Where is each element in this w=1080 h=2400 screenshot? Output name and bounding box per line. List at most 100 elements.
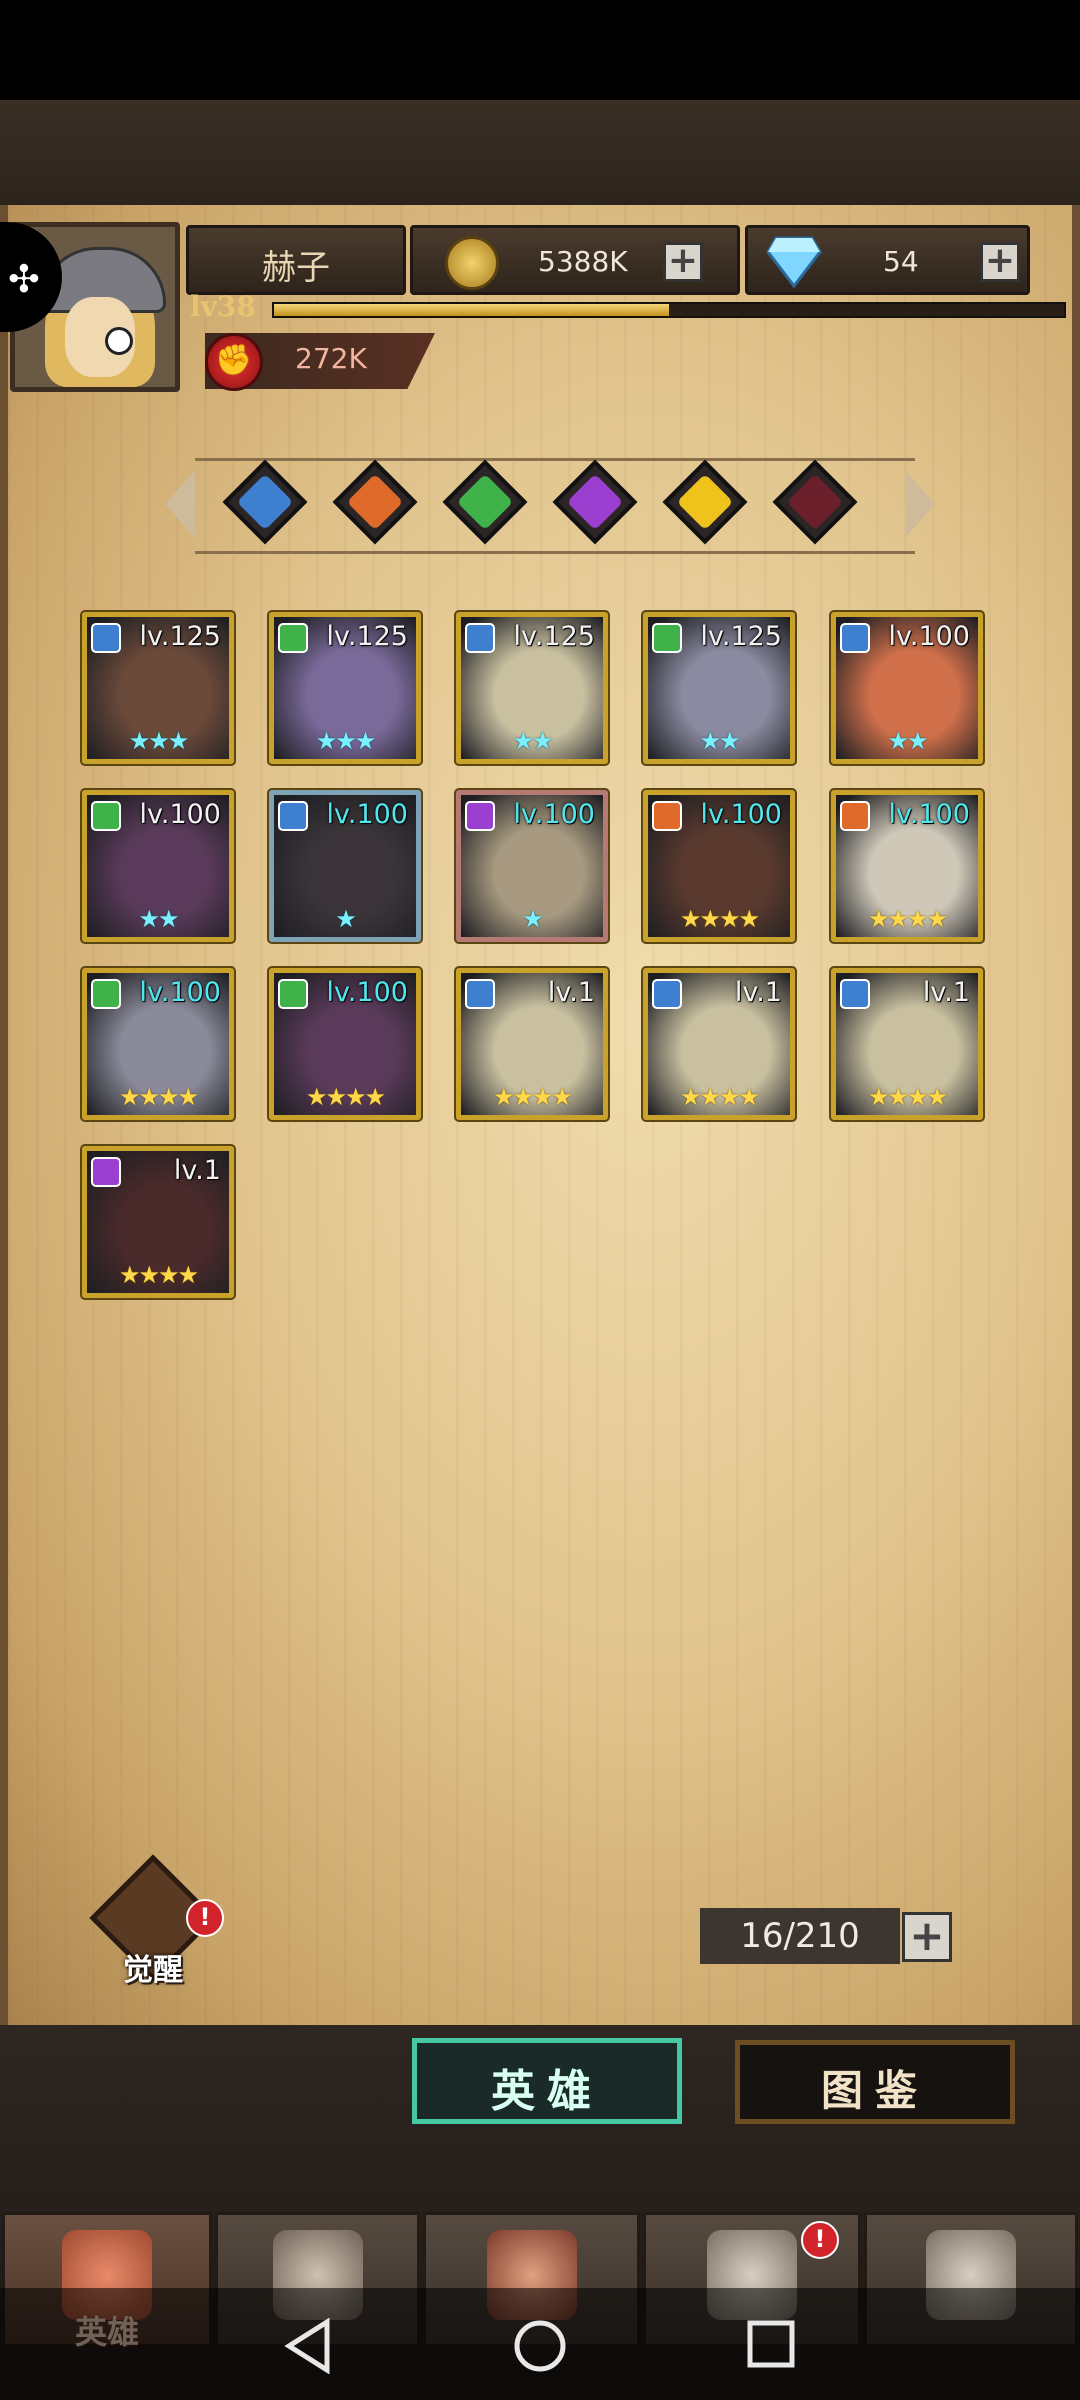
hero-card[interactable]: lv.100 ★ bbox=[456, 790, 608, 942]
class-filter-yellow[interactable] bbox=[662, 459, 748, 545]
hero-card[interactable]: lv.100 ★★ bbox=[831, 612, 983, 764]
add-gem-button[interactable]: + bbox=[980, 242, 1020, 282]
awaken-button[interactable]: ! 觉醒 bbox=[88, 1854, 224, 1988]
player-name: 赫子 bbox=[262, 248, 330, 288]
hero-level: lv.125 bbox=[139, 621, 221, 652]
hero-stars: ★ bbox=[522, 905, 544, 933]
awaken-label: 觉醒 bbox=[123, 1953, 183, 1988]
hero-stars: ★ bbox=[335, 905, 357, 933]
hero-capacity: 16/210 bbox=[700, 1908, 900, 1964]
hero-stars: ★★ bbox=[138, 905, 179, 933]
hero-class-icon bbox=[278, 623, 308, 653]
hero-card[interactable]: lv.125 ★★★ bbox=[269, 612, 421, 764]
expand-capacity-button[interactable]: + bbox=[902, 1912, 952, 1962]
hero-card[interactable]: lv.1 ★★★★ bbox=[456, 968, 608, 1120]
hero-class-icon bbox=[278, 979, 308, 1009]
tab-codex-label: 图鉴 bbox=[820, 2066, 929, 2115]
hero-stars: ★★★★ bbox=[118, 1261, 199, 1289]
home-circle-icon[interactable] bbox=[512, 2318, 568, 2374]
hero-level: lv.100 bbox=[700, 799, 782, 830]
diamond-icon bbox=[766, 236, 822, 288]
hero-class-icon bbox=[91, 1157, 121, 1187]
hero-class-icon bbox=[652, 623, 682, 653]
fist-icon: ✊ bbox=[205, 333, 263, 391]
gold-amount: 5388K bbox=[538, 245, 628, 278]
hero-class-icon bbox=[278, 801, 308, 831]
hero-card[interactable]: lv.1 ★★★★ bbox=[82, 1146, 234, 1298]
hero-level: lv.100 bbox=[513, 799, 595, 830]
tower-alert-badge: ! bbox=[801, 2221, 839, 2259]
hero-card[interactable]: lv.100 ★★★★ bbox=[831, 790, 983, 942]
hero-stars: ★★★★ bbox=[492, 1083, 573, 1111]
gold-currency: 5388K + bbox=[410, 225, 740, 295]
hero-card[interactable]: lv.1 ★★★★ bbox=[643, 968, 795, 1120]
tab-codex[interactable]: 图鉴 bbox=[735, 2040, 1015, 2124]
hero-level: lv.125 bbox=[700, 621, 782, 652]
hero-stars: ★★ bbox=[699, 727, 740, 755]
filter-left-arrow-icon[interactable] bbox=[165, 470, 195, 538]
hero-card[interactable]: lv.125 ★★★ bbox=[82, 612, 234, 764]
hero-level: lv.100 bbox=[888, 621, 970, 652]
hero-level: lv.1 bbox=[173, 1155, 221, 1186]
hero-stars: ★★★★ bbox=[118, 1083, 199, 1111]
hero-class-icon bbox=[465, 979, 495, 1009]
hero-class-icon bbox=[91, 979, 121, 1009]
class-filter-green[interactable] bbox=[442, 459, 528, 545]
hero-capacity-value: 16/210 bbox=[740, 1916, 860, 1956]
hero-stars: ★★ bbox=[512, 727, 553, 755]
hero-level: lv.125 bbox=[326, 621, 408, 652]
hero-stars: ★★★★ bbox=[679, 905, 760, 933]
recents-square-icon[interactable] bbox=[745, 2318, 797, 2370]
hero-level: lv.1 bbox=[922, 977, 970, 1008]
hero-card[interactable]: lv.100 ★ bbox=[269, 790, 421, 942]
combat-power-value: 272K bbox=[295, 342, 367, 375]
gold-coin-icon bbox=[445, 236, 499, 290]
class-filter-orange[interactable] bbox=[332, 459, 418, 545]
hero-level: lv.100 bbox=[326, 977, 408, 1008]
hero-card[interactable]: lv.125 ★★ bbox=[643, 612, 795, 764]
class-filter-blue[interactable] bbox=[222, 459, 308, 545]
hero-stars: ★★★★ bbox=[679, 1083, 760, 1111]
hero-level: lv.1 bbox=[547, 977, 595, 1008]
hero-level: lv.1 bbox=[734, 977, 782, 1008]
class-filter-purple[interactable] bbox=[552, 459, 638, 545]
hero-level: lv.100 bbox=[326, 799, 408, 830]
hero-class-icon bbox=[840, 801, 870, 831]
hero-stars: ★★★ bbox=[315, 727, 377, 755]
hero-level: lv.100 bbox=[888, 799, 970, 830]
player-level: lv38 bbox=[190, 290, 256, 323]
gem-amount: 54 bbox=[883, 245, 919, 278]
hero-class-icon bbox=[91, 801, 121, 831]
hero-card[interactable]: lv.1 ★★★★ bbox=[831, 968, 983, 1120]
hero-stars: ★★★★ bbox=[305, 1083, 386, 1111]
hero-level: lv.100 bbox=[139, 977, 221, 1008]
hero-card[interactable]: lv.125 ★★ bbox=[456, 612, 608, 764]
hero-card[interactable]: lv.100 ★★★★ bbox=[269, 968, 421, 1120]
gem-currency: 54 + bbox=[745, 225, 1030, 295]
hero-card[interactable]: lv.100 ★★★★ bbox=[82, 968, 234, 1120]
class-filter-darkred[interactable] bbox=[772, 459, 858, 545]
status-bar bbox=[0, 0, 1080, 100]
hero-stars: ★★★ bbox=[128, 727, 190, 755]
hero-class-icon bbox=[652, 979, 682, 1009]
tab-heroes[interactable]: 英雄 bbox=[412, 2038, 682, 2124]
hero-class-icon bbox=[840, 979, 870, 1009]
hero-stars: ★★★★ bbox=[867, 1083, 948, 1111]
hero-level: lv.100 bbox=[139, 799, 221, 830]
filter-right-arrow-icon[interactable] bbox=[905, 470, 935, 538]
add-gold-button[interactable]: + bbox=[663, 242, 703, 282]
hero-level: lv.125 bbox=[513, 621, 595, 652]
hero-class-icon bbox=[91, 623, 121, 653]
xp-bar-fill bbox=[274, 304, 669, 316]
hero-class-icon bbox=[840, 623, 870, 653]
hero-class-icon bbox=[465, 801, 495, 831]
hero-stars: ★★ bbox=[887, 727, 928, 755]
player-name-plate: 赫子 bbox=[186, 225, 406, 295]
hero-card[interactable]: lv.100 ★★★★ bbox=[643, 790, 795, 942]
awaken-alert-badge: ! bbox=[186, 1899, 224, 1937]
hero-stars: ★★★★ bbox=[867, 905, 948, 933]
hero-card[interactable]: lv.100 ★★ bbox=[82, 790, 234, 942]
back-triangle-icon[interactable] bbox=[283, 2318, 333, 2374]
hero-class-icon bbox=[465, 623, 495, 653]
tab-heroes-label: 英雄 bbox=[491, 2066, 603, 2117]
